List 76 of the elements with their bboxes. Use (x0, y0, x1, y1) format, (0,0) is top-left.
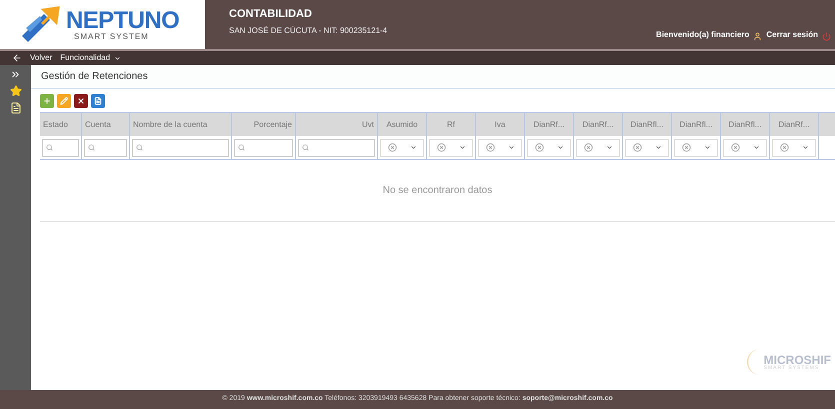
column-header[interactable]: Porcentaje (254, 118, 292, 130)
caret-icon (802, 144, 808, 151)
user-icon (753, 32, 762, 41)
caret-icon (410, 144, 416, 151)
filter-dropdown[interactable] (380, 138, 424, 156)
caret-icon (508, 144, 514, 151)
filter-dropdown[interactable] (478, 138, 522, 156)
filter-dropdown[interactable] (429, 138, 473, 156)
column-header[interactable]: DianRf... (533, 118, 565, 130)
caret-icon (556, 144, 564, 151)
filter-field[interactable] (84, 138, 127, 156)
export-button[interactable] (91, 94, 105, 108)
caret-icon (704, 144, 710, 151)
column-header[interactable]: Estado (43, 118, 68, 130)
power-icon[interactable] (822, 32, 831, 41)
logo-tagline: SMART SYSTEM (74, 32, 150, 40)
delete-button[interactable] (74, 94, 88, 108)
pencil-icon (60, 97, 68, 105)
logo-name: NEPTUNO (66, 8, 180, 32)
plus-icon (43, 97, 51, 105)
column-header[interactable]: Asumido (386, 118, 418, 130)
column-header[interactable]: Uvt (362, 118, 374, 130)
column-header[interactable]: Rf (447, 118, 455, 130)
clear-icon[interactable] (632, 143, 642, 152)
clear-icon[interactable] (730, 143, 740, 152)
document-icon[interactable] (10, 102, 22, 114)
caret-icon (752, 144, 760, 151)
column-header[interactable]: DianRf... (582, 118, 614, 130)
caret-icon (654, 144, 662, 151)
functionality-menu[interactable]: Funcionalidad (60, 52, 122, 64)
add-button[interactable] (40, 94, 54, 108)
column-header[interactable]: DianRfl... (630, 118, 664, 130)
page-title: Gestión de Retenciones (41, 70, 148, 84)
clear-icon[interactable] (780, 143, 788, 152)
filter-dropdown[interactable] (527, 138, 571, 156)
module-title: CONTABILIDAD (229, 7, 313, 22)
clear-icon[interactable] (436, 143, 446, 152)
caret-icon (606, 144, 612, 151)
filter-field[interactable] (234, 138, 293, 156)
search-icon (302, 144, 309, 151)
column-header[interactable]: DianRfl... (728, 118, 762, 130)
caret-icon (458, 144, 466, 151)
star-icon[interactable] (10, 85, 22, 97)
back-link[interactable]: Volver (30, 52, 52, 64)
back-arrow-icon[interactable] (12, 53, 22, 63)
search-icon (136, 144, 143, 151)
filter-dropdown[interactable] (772, 138, 816, 156)
clear-icon[interactable] (682, 143, 690, 152)
column-header[interactable]: Iva (494, 118, 506, 130)
filter-field[interactable] (298, 138, 375, 156)
empty-message: No se encontraron datos (382, 184, 492, 198)
search-icon (238, 144, 245, 151)
column-header[interactable]: DianRfl... (680, 118, 712, 130)
clear-icon[interactable] (388, 143, 396, 152)
watermark-name: MICROSHIF (764, 354, 831, 366)
logout-link[interactable]: Cerrar sesión (766, 29, 818, 41)
document-icon (94, 97, 102, 105)
search-icon (46, 144, 53, 151)
filter-dropdown[interactable] (674, 138, 718, 156)
filter-field[interactable] (42, 138, 79, 156)
close-icon (77, 97, 85, 105)
clear-icon[interactable] (584, 143, 592, 152)
search-icon (88, 144, 95, 151)
welcome-text: Bienvenido(a) financiero (656, 29, 750, 41)
expand-icon[interactable] (10, 69, 21, 80)
caret-icon (114, 54, 122, 62)
clear-icon[interactable] (534, 143, 544, 152)
filter-dropdown[interactable] (576, 138, 620, 156)
column-header[interactable]: Cuenta (85, 118, 111, 130)
filter-dropdown[interactable] (625, 138, 669, 156)
column-header[interactable]: DianRf... (778, 118, 810, 130)
company-info: SAN JOSÉ DE CÚCUTA - NIT: 900235121-4 (229, 24, 388, 36)
clear-icon[interactable] (486, 143, 494, 152)
filter-field[interactable] (132, 138, 229, 156)
filter-dropdown[interactable] (723, 138, 767, 156)
column-header[interactable]: Nombre de la cuenta (133, 118, 208, 130)
